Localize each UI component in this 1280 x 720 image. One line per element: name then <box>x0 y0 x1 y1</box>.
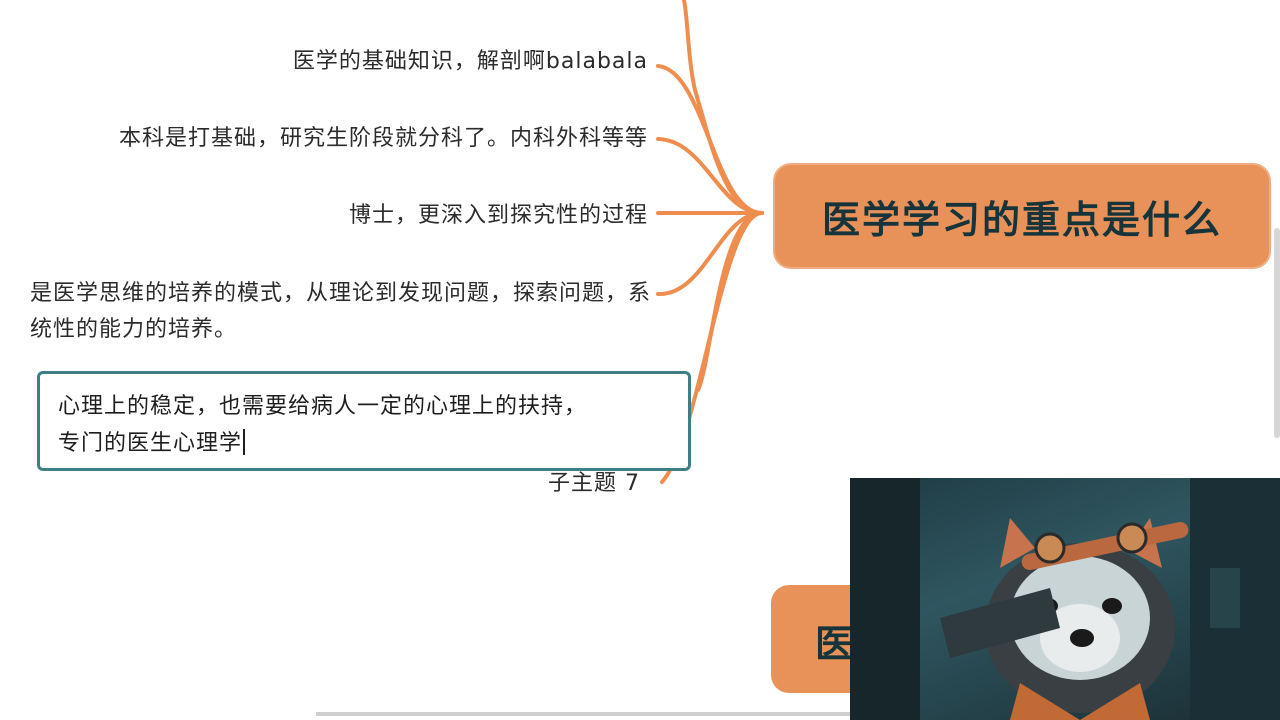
text-caret <box>243 429 246 455</box>
central-topic-node[interactable]: 医学学习的重点是什么 <box>773 163 1271 269</box>
central-topic-label: 医学学习的重点是什么 <box>821 197 1222 242</box>
branch-node-3[interactable]: 博士，更深入到探究性的过程 <box>349 198 648 234</box>
branch-node-4-label: 是医学思维的培养的模式，从理论到发现问题，探索问题，系统性的能力的培养。 <box>30 281 652 342</box>
connector-b1 <box>656 64 764 215</box>
scrollbar[interactable] <box>1274 228 1280 438</box>
connector-edit <box>696 211 764 392</box>
webcam-overlay <box>850 478 1280 720</box>
branch-node-2-label: 本科是打基础，研究生阶段就分科了。内科外科等等 <box>118 126 648 151</box>
secondary-topic-label: 医 <box>815 622 854 666</box>
connector-b2 <box>656 137 764 215</box>
node-text-editor[interactable]: 心理上的稳定，也需要给病人一定的心理上的扶持， 专门的医生心理学 <box>37 371 691 471</box>
branch-node-4[interactable]: 是医学思维的培养的模式，从理论到发现问题，探索问题，系统性的能力的培养。 <box>30 276 658 348</box>
horizontal-scrollbar[interactable] <box>316 712 856 716</box>
red-panda-avatar-icon <box>850 478 1280 720</box>
branch-node-1-label: 医学的基础知识，解剖啊balabala <box>292 49 648 74</box>
branch-node-7-label: 子主题 7 <box>548 471 640 492</box>
branch-node-1[interactable]: 医学的基础知识，解剖啊balabala <box>293 44 648 80</box>
branch-node-2[interactable]: 本科是打基础，研究生阶段就分科了。内科外科等等 <box>119 121 648 157</box>
branch-node-3-label: 博士，更深入到探究性的过程 <box>348 203 648 228</box>
node-editor-text[interactable]: 心理上的稳定，也需要给病人一定的心理上的扶持， 专门的医生心理学 <box>58 394 587 456</box>
